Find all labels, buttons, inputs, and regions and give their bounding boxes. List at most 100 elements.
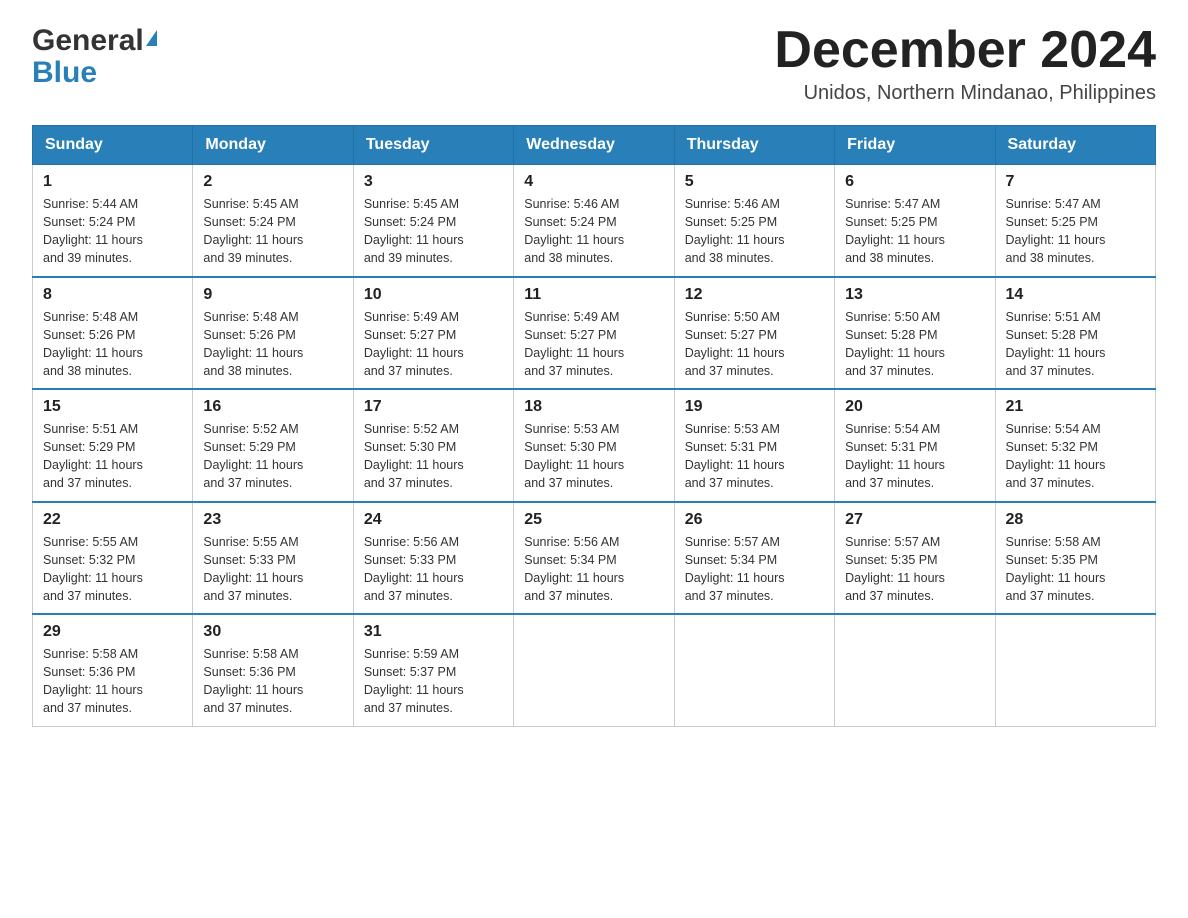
calendar-cell: 12 Sunrise: 5:50 AMSunset: 5:27 PMDayligh… — [674, 277, 834, 390]
calendar-week-row: 15 Sunrise: 5:51 AMSunset: 5:29 PMDayligh… — [33, 389, 1156, 502]
day-info: Sunrise: 5:47 AMSunset: 5:25 PMDaylight:… — [1006, 195, 1145, 268]
day-info: Sunrise: 5:44 AMSunset: 5:24 PMDaylight:… — [43, 195, 182, 268]
calendar-cell: 25 Sunrise: 5:56 AMSunset: 5:34 PMDayligh… — [514, 502, 674, 615]
day-info: Sunrise: 5:48 AMSunset: 5:26 PMDaylight:… — [203, 308, 342, 381]
calendar-week-row: 1Sunrise: 5:44 AMSunset: 5:24 PMDaylight… — [33, 165, 1156, 277]
calendar-cell: 30 Sunrise: 5:58 AMSunset: 5:36 PMDayligh… — [193, 614, 353, 726]
day-number: 7 — [1006, 173, 1145, 191]
calendar-cell: 9 Sunrise: 5:48 AMSunset: 5:26 PMDaylight… — [193, 277, 353, 390]
calendar-week-row: 8 Sunrise: 5:48 AMSunset: 5:26 PMDaylight… — [33, 277, 1156, 390]
calendar-cell: 24 Sunrise: 5:56 AMSunset: 5:33 PMDayligh… — [353, 502, 513, 615]
calendar-cell: 14Sunrise: 5:51 AMSunset: 5:28 PMDayligh… — [995, 277, 1155, 390]
day-number: 27 — [845, 511, 984, 529]
day-info: Sunrise: 5:58 AMSunset: 5:35 PMDaylight:… — [1006, 533, 1145, 606]
day-number: 30 — [203, 623, 342, 641]
col-wednesday: Wednesday — [514, 126, 674, 165]
day-number: 9 — [203, 286, 342, 304]
calendar-cell: 13Sunrise: 5:50 AMSunset: 5:28 PMDayligh… — [835, 277, 995, 390]
day-number: 6 — [845, 173, 984, 191]
day-info: Sunrise: 5:52 AMSunset: 5:29 PMDaylight:… — [203, 420, 342, 493]
calendar-cell — [674, 614, 834, 726]
month-title: December 2024 — [774, 24, 1156, 76]
day-info: Sunrise: 5:58 AMSunset: 5:36 PMDaylight:… — [203, 645, 342, 718]
calendar-cell — [995, 614, 1155, 726]
day-number: 26 — [685, 511, 824, 529]
day-number: 31 — [364, 623, 503, 641]
day-info: Sunrise: 5:53 AMSunset: 5:31 PMDaylight:… — [685, 420, 824, 493]
calendar-cell — [835, 614, 995, 726]
day-info: Sunrise: 5:57 AMSunset: 5:34 PMDaylight:… — [685, 533, 824, 606]
day-info: Sunrise: 5:49 AMSunset: 5:27 PMDaylight:… — [524, 308, 663, 381]
day-info: Sunrise: 5:55 AMSunset: 5:32 PMDaylight:… — [43, 533, 182, 606]
day-info: Sunrise: 5:58 AMSunset: 5:36 PMDaylight:… — [43, 645, 182, 718]
calendar-week-row: 22 Sunrise: 5:55 AMSunset: 5:32 PMDayligh… — [33, 502, 1156, 615]
calendar-cell: 5Sunrise: 5:46 AMSunset: 5:25 PMDaylight… — [674, 165, 834, 277]
day-info: Sunrise: 5:48 AMSunset: 5:26 PMDaylight:… — [43, 308, 182, 381]
col-thursday: Thursday — [674, 126, 834, 165]
calendar-week-row: 29Sunrise: 5:58 AMSunset: 5:36 PMDayligh… — [33, 614, 1156, 726]
day-number: 15 — [43, 398, 182, 416]
day-info: Sunrise: 5:50 AMSunset: 5:28 PMDaylight:… — [845, 308, 984, 381]
day-number: 24 — [364, 511, 503, 529]
day-info: Sunrise: 5:50 AMSunset: 5:27 PMDaylight:… — [685, 308, 824, 381]
day-info: Sunrise: 5:59 AMSunset: 5:37 PMDaylight:… — [364, 645, 503, 718]
col-saturday: Saturday — [995, 126, 1155, 165]
title-section: December 2024 Unidos, Northern Mindanao,… — [774, 24, 1156, 105]
col-friday: Friday — [835, 126, 995, 165]
calendar-cell: 31 Sunrise: 5:59 AMSunset: 5:37 PMDayligh… — [353, 614, 513, 726]
day-number: 17 — [364, 398, 503, 416]
day-number: 25 — [524, 511, 663, 529]
day-info: Sunrise: 5:54 AMSunset: 5:32 PMDaylight:… — [1006, 420, 1145, 493]
calendar-cell: 26 Sunrise: 5:57 AMSunset: 5:34 PMDayligh… — [674, 502, 834, 615]
day-info: Sunrise: 5:51 AMSunset: 5:29 PMDaylight:… — [43, 420, 182, 493]
day-info: Sunrise: 5:53 AMSunset: 5:30 PMDaylight:… — [524, 420, 663, 493]
calendar-cell: 15 Sunrise: 5:51 AMSunset: 5:29 PMDayligh… — [33, 389, 193, 502]
day-number: 2 — [203, 173, 342, 191]
day-info: Sunrise: 5:56 AMSunset: 5:34 PMDaylight:… — [524, 533, 663, 606]
calendar-cell: 21Sunrise: 5:54 AMSunset: 5:32 PMDayligh… — [995, 389, 1155, 502]
calendar-cell: 27 Sunrise: 5:57 AMSunset: 5:35 PMDayligh… — [835, 502, 995, 615]
col-tuesday: Tuesday — [353, 126, 513, 165]
day-number: 14 — [1006, 286, 1145, 304]
calendar-header-row: Sunday Monday Tuesday Wednesday Thursday… — [33, 126, 1156, 165]
calendar-cell: 22 Sunrise: 5:55 AMSunset: 5:32 PMDayligh… — [33, 502, 193, 615]
logo-general-text: General — [32, 24, 144, 58]
logo-triangle-icon — [146, 30, 157, 46]
day-number: 4 — [524, 173, 663, 191]
day-number: 20 — [845, 398, 984, 416]
calendar-cell: 17 Sunrise: 5:52 AMSunset: 5:30 PMDayligh… — [353, 389, 513, 502]
calendar-cell: 28 Sunrise: 5:58 AMSunset: 5:35 PMDayligh… — [995, 502, 1155, 615]
day-info: Sunrise: 5:56 AMSunset: 5:33 PMDaylight:… — [364, 533, 503, 606]
calendar-cell: 11Sunrise: 5:49 AMSunset: 5:27 PMDayligh… — [514, 277, 674, 390]
day-info: Sunrise: 5:46 AMSunset: 5:25 PMDaylight:… — [685, 195, 824, 268]
day-number: 22 — [43, 511, 182, 529]
col-sunday: Sunday — [33, 126, 193, 165]
location-text: Unidos, Northern Mindanao, Philippines — [774, 82, 1156, 105]
calendar-cell: 6 Sunrise: 5:47 AMSunset: 5:25 PMDaylight… — [835, 165, 995, 277]
day-number: 8 — [43, 286, 182, 304]
col-monday: Monday — [193, 126, 353, 165]
calendar-cell: 1Sunrise: 5:44 AMSunset: 5:24 PMDaylight… — [33, 165, 193, 277]
calendar-cell: 8 Sunrise: 5:48 AMSunset: 5:26 PMDaylight… — [33, 277, 193, 390]
day-number: 23 — [203, 511, 342, 529]
calendar-cell: 4 Sunrise: 5:46 AMSunset: 5:24 PMDaylight… — [514, 165, 674, 277]
day-info: Sunrise: 5:47 AMSunset: 5:25 PMDaylight:… — [845, 195, 984, 268]
calendar-cell: 7 Sunrise: 5:47 AMSunset: 5:25 PMDaylight… — [995, 165, 1155, 277]
day-info: Sunrise: 5:49 AMSunset: 5:27 PMDaylight:… — [364, 308, 503, 381]
page-header: General Blue December 2024 Unidos, North… — [32, 24, 1156, 105]
calendar-cell — [514, 614, 674, 726]
day-number: 3 — [364, 173, 503, 191]
day-number: 10 — [364, 286, 503, 304]
calendar-cell: 2Sunrise: 5:45 AMSunset: 5:24 PMDaylight… — [193, 165, 353, 277]
day-number: 19 — [685, 398, 824, 416]
calendar-table: Sunday Monday Tuesday Wednesday Thursday… — [32, 125, 1156, 727]
calendar-cell: 3Sunrise: 5:45 AMSunset: 5:24 PMDaylight… — [353, 165, 513, 277]
day-info: Sunrise: 5:57 AMSunset: 5:35 PMDaylight:… — [845, 533, 984, 606]
day-info: Sunrise: 5:46 AMSunset: 5:24 PMDaylight:… — [524, 195, 663, 268]
calendar-cell: 20Sunrise: 5:54 AMSunset: 5:31 PMDayligh… — [835, 389, 995, 502]
day-info: Sunrise: 5:52 AMSunset: 5:30 PMDaylight:… — [364, 420, 503, 493]
day-number: 12 — [685, 286, 824, 304]
calendar-cell: 23Sunrise: 5:55 AMSunset: 5:33 PMDayligh… — [193, 502, 353, 615]
calendar-cell: 16Sunrise: 5:52 AMSunset: 5:29 PMDayligh… — [193, 389, 353, 502]
day-number: 28 — [1006, 511, 1145, 529]
